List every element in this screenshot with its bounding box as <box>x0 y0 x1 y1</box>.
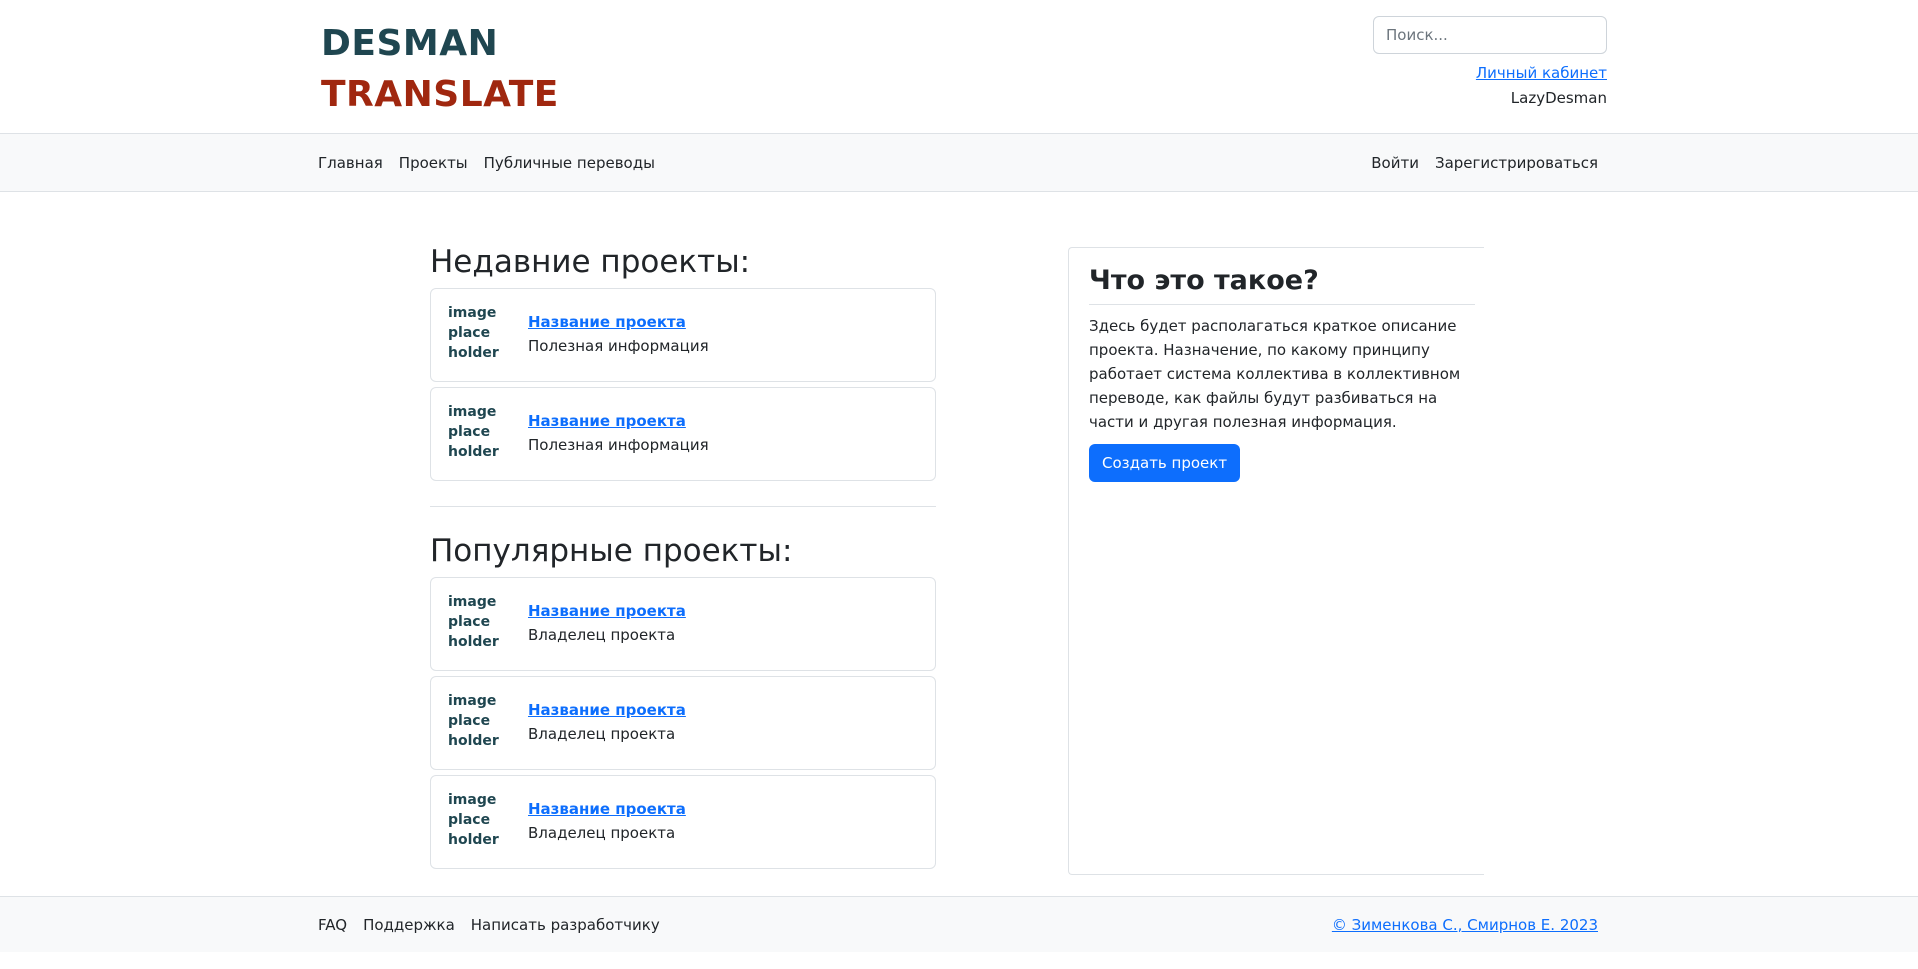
footer-support[interactable]: Поддержка <box>363 916 455 934</box>
footer-right: © Зименкова С., Смирнов Е. 2023 <box>1332 897 1598 953</box>
logo-line-desman: DESMAN <box>321 23 499 64</box>
projects-column: Недавние проекты: image place holder Наз… <box>430 240 936 869</box>
username-label: LazyDesman <box>1510 89 1607 107</box>
about-divider <box>1089 304 1475 305</box>
project-image-placeholder: image place holder <box>448 305 499 361</box>
nav-home[interactable]: Главная <box>318 154 383 172</box>
project-title-link[interactable]: Название проекта <box>528 701 686 719</box>
project-card: image place holder Название проекта Влад… <box>430 676 936 770</box>
nav-register[interactable]: Зарегистрироваться <box>1435 154 1598 172</box>
navbar-right: Войти Зарегистрироваться <box>1371 134 1598 192</box>
footer-contact-developer[interactable]: Написать разработчику <box>471 916 660 934</box>
project-info: Полезная информация <box>528 337 709 355</box>
site-header: DESMAN TRANSLATE Личный кабинет LazyDesm… <box>0 0 1918 134</box>
project-title-link[interactable]: Название проекта <box>528 412 686 430</box>
project-image-placeholder: image place holder <box>448 404 499 460</box>
project-image-placeholder: image place holder <box>448 693 499 749</box>
project-image-placeholder: image place holder <box>448 792 499 848</box>
about-title: Что это такое? <box>1089 265 1319 296</box>
navbar-left: Главная Проекты Публичные переводы <box>318 134 655 192</box>
site-footer: FAQ Поддержка Написать разработчику © Зи… <box>0 896 1918 952</box>
personal-cabinet-link[interactable]: Личный кабинет <box>1476 64 1607 82</box>
popular-projects-title: Популярные проекты: <box>430 533 793 569</box>
copyright-link[interactable]: © Зименкова С., Смирнов Е. 2023 <box>1332 916 1598 934</box>
project-image-placeholder: image place holder <box>448 594 499 650</box>
footer-links: FAQ Поддержка Написать разработчику <box>318 897 660 953</box>
create-project-button[interactable]: Создать проект <box>1089 444 1241 482</box>
project-info: Полезная информация <box>528 436 709 454</box>
project-title-link[interactable]: Название проекта <box>528 313 686 331</box>
project-title-link[interactable]: Название проекта <box>528 800 686 818</box>
nav-projects[interactable]: Проекты <box>399 154 468 172</box>
project-card: image place holder Название проекта Влад… <box>430 577 936 671</box>
project-card: image place holder Название проекта Поле… <box>430 288 936 382</box>
project-card: image place holder Название проекта Поле… <box>430 387 936 481</box>
recent-projects-title: Недавние проекты: <box>430 244 751 280</box>
section-divider <box>430 506 936 507</box>
main-navbar: Главная Проекты Публичные переводы Войти… <box>0 134 1918 192</box>
project-title-link[interactable]: Название проекта <box>528 602 686 620</box>
project-owner: Владелец проекта <box>528 626 676 644</box>
project-owner: Владелец проекта <box>528 725 676 743</box>
about-description: Здесь будет располагаться краткое описан… <box>1089 317 1461 431</box>
project-card: image place holder Название проекта Влад… <box>430 775 936 869</box>
nav-public-translations[interactable]: Публичные переводы <box>484 154 655 172</box>
site-logo[interactable]: DESMAN TRANSLATE <box>321 18 559 120</box>
footer-faq[interactable]: FAQ <box>318 916 347 934</box>
project-owner: Владелец проекта <box>528 824 676 842</box>
search-input[interactable] <box>1373 16 1607 54</box>
about-panel: Что это такое? Здесь будет располагаться… <box>1068 247 1484 875</box>
nav-login[interactable]: Войти <box>1371 154 1419 172</box>
logo-line-translate: TRANSLATE <box>321 74 559 115</box>
